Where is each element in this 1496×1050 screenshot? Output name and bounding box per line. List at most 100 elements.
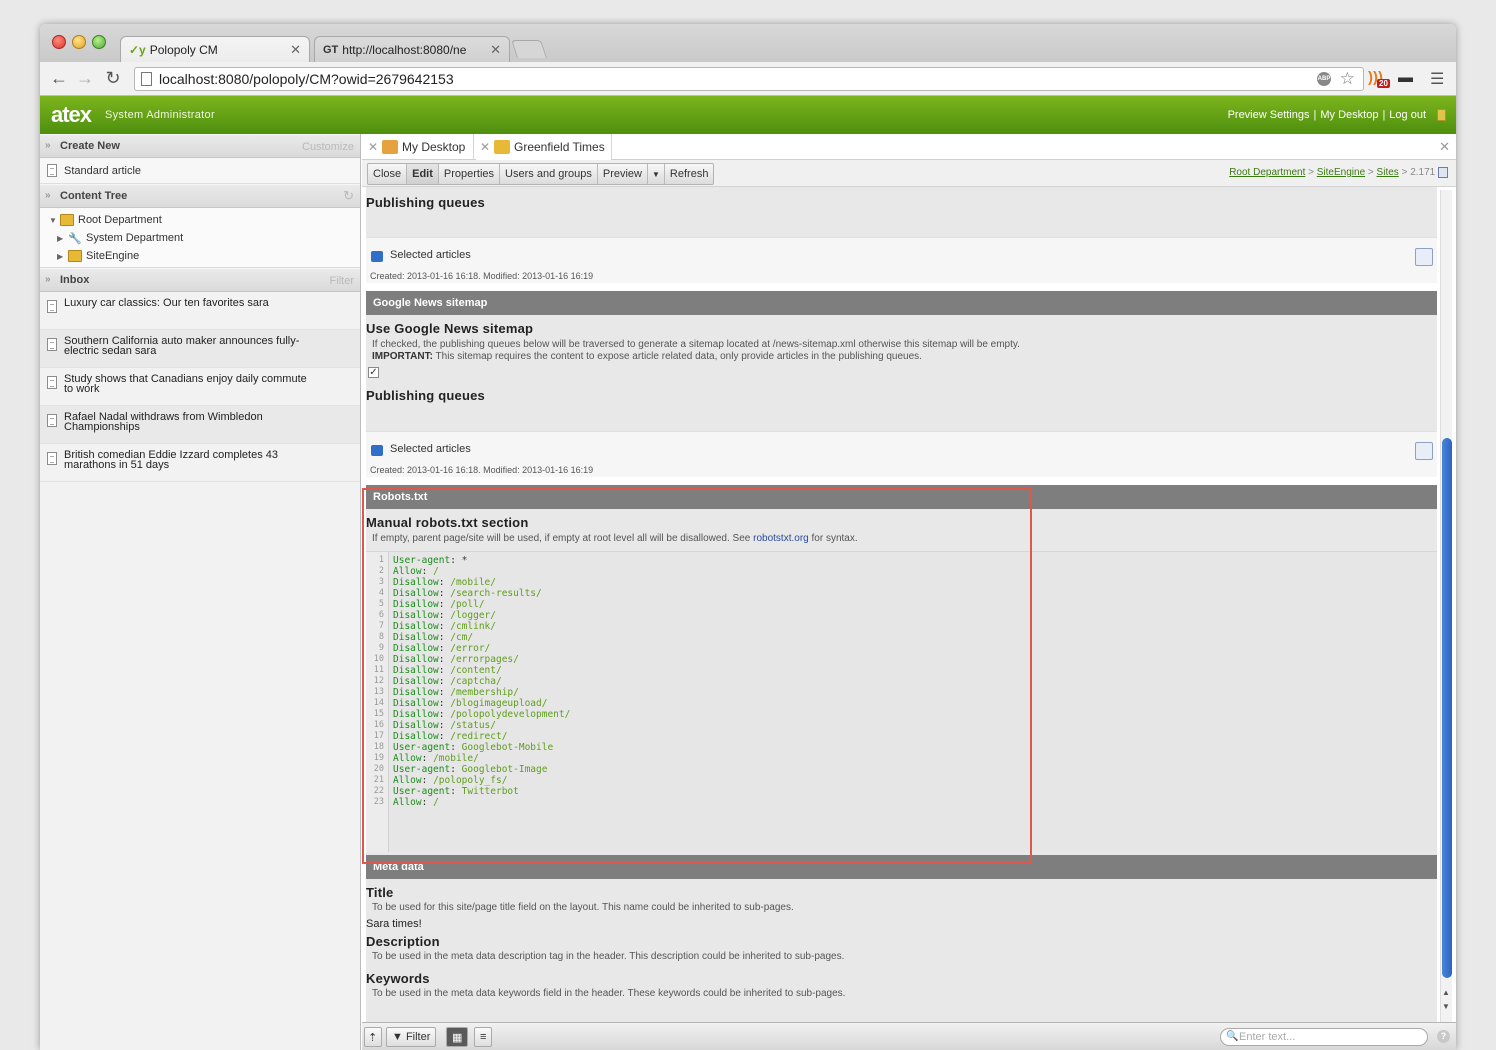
robots-code-editor[interactable]: 1 2 3 4 5 6 7 8 9 10 11 12 13 14 15 16 17 18 19 20 21 22 23 Us… xyxy=(366,551,1437,852)
clipboard-icon[interactable] xyxy=(1437,109,1446,121)
scroll-thumb[interactable] xyxy=(1442,438,1452,978)
line-number: 23 xyxy=(373,797,384,807)
browser-menu-icon[interactable]: ☰ xyxy=(1430,69,1444,89)
my-desktop-link[interactable]: My Desktop xyxy=(1320,109,1378,121)
breadcrumb-current: 2.171 xyxy=(1410,167,1436,179)
log-out-link[interactable]: Log out xyxy=(1389,109,1426,121)
inbox-filter-link[interactable]: Filter xyxy=(330,275,354,287)
users-and-groups-button[interactable]: Users and groups xyxy=(500,164,598,184)
close-tab-icon[interactable]: ✕ xyxy=(290,42,301,58)
close-tab-icon[interactable]: ✕ xyxy=(480,140,490,154)
code-key: Disallow xyxy=(393,610,439,621)
footer-search-input[interactable]: 🔍 Enter text... xyxy=(1220,1028,1428,1046)
code-value: /blogimageupload/ xyxy=(450,698,548,709)
inbox-item[interactable]: British comedian Eddie Izzard completes … xyxy=(40,444,360,482)
selected-articles-row-2[interactable]: Selected articles Created: 2013-01-16 16… xyxy=(366,431,1437,477)
google-news-checkbox[interactable]: ✓ xyxy=(368,367,379,378)
breadcrumb-sites[interactable]: Sites xyxy=(1377,167,1399,178)
edit-button[interactable]: Edit xyxy=(407,164,439,184)
code-value: /mobile/ xyxy=(433,753,479,764)
breadcrumb-root-department[interactable]: Root Department xyxy=(1229,167,1305,178)
close-button[interactable]: Close xyxy=(368,164,408,184)
zoom-window-button[interactable] xyxy=(92,35,106,49)
new-tab-button[interactable] xyxy=(511,40,547,58)
create-new-header[interactable]: » Create New Customize xyxy=(40,134,360,158)
code-line: Disallow: /membership/ xyxy=(393,687,519,698)
preview-dropdown-icon[interactable]: ▼ xyxy=(648,164,665,184)
browser-tab-polopoly[interactable]: ✓y Polopoly CM ✕ xyxy=(120,36,310,62)
filter-button[interactable]: ▼ Filter xyxy=(386,1027,437,1047)
code-line: Disallow: /status/ xyxy=(393,720,496,731)
line-number: 20 xyxy=(373,764,384,774)
list-view-icon[interactable]: ≡ xyxy=(474,1027,493,1047)
collapse-chevron-icon: » xyxy=(45,274,51,285)
code-lines: User-agent: * Allow: / Disallow: /mobile/D… xyxy=(393,555,570,808)
vertical-scrollbar[interactable]: ▲ ▼ xyxy=(1440,190,1452,1045)
expand-arrow-icon[interactable]: ▼ xyxy=(49,216,57,225)
back-icon[interactable]: ← xyxy=(48,68,70,89)
breadcrumb-siteengine[interactable]: SiteEngine xyxy=(1317,167,1365,178)
preview-settings-link[interactable]: Preview Settings xyxy=(1228,109,1310,121)
code-line: Disallow: /search-results/ xyxy=(393,588,542,599)
upload-icon[interactable]: ⇡ xyxy=(364,1027,382,1047)
inbox-item[interactable]: Rafael Nadal withdraws from Wimbledon Ch… xyxy=(40,406,360,444)
close-tab-icon[interactable]: ✕ xyxy=(490,42,501,58)
copy-id-icon[interactable] xyxy=(1438,167,1448,178)
wrench-icon: 🔧 xyxy=(68,232,82,245)
inbox-item[interactable]: Southern California auto maker announces… xyxy=(40,330,360,368)
robotstxt-link[interactable]: robotstxt.org xyxy=(753,533,809,544)
code-key: Disallow xyxy=(393,654,439,665)
code-value: Googlebot-Image xyxy=(461,764,548,775)
content-tree-header[interactable]: » Content Tree ↻ xyxy=(40,184,360,208)
reload-icon[interactable]: ↻ xyxy=(102,68,124,89)
help-icon[interactable]: ? xyxy=(1437,1030,1450,1043)
rss-icon[interactable]: ))) 20 xyxy=(1368,69,1390,88)
selected-articles-row[interactable]: Selected articles Created: 2013-01-16 16… xyxy=(366,237,1437,283)
bookmark-star-icon[interactable]: ☆ xyxy=(1340,69,1355,89)
meta-title-value[interactable]: Sara times! xyxy=(366,914,1437,930)
tree-node-siteengine[interactable]: ▶ SiteEngine xyxy=(40,247,360,265)
tab-label: Greenfield Times xyxy=(514,140,605,154)
adblock-icon[interactable]: ABP xyxy=(1317,72,1331,86)
refresh-tree-icon[interactable]: ↻ xyxy=(343,188,354,204)
line-number: 12 xyxy=(373,676,384,686)
tab-my-desktop[interactable]: ✕ My Desktop xyxy=(364,134,474,160)
minimize-window-button[interactable] xyxy=(72,35,86,49)
properties-button[interactable]: Properties xyxy=(439,164,501,184)
robots-title: Manual robots.txt section xyxy=(366,515,529,530)
grid-view-icon[interactable]: ▦ xyxy=(446,1027,469,1047)
code-key: Allow xyxy=(393,797,422,808)
browser-tab-localhost[interactable]: GT http://localhost:8080/ne ✕ xyxy=(314,36,510,62)
refresh-button[interactable]: Refresh xyxy=(665,164,714,184)
expand-arrow-icon[interactable]: ▶ xyxy=(57,252,63,261)
code-value: /redirect/ xyxy=(450,731,508,742)
incognito-mask-icon[interactable]: ▬ xyxy=(1398,69,1413,86)
copy-icon[interactable] xyxy=(1415,248,1433,266)
forward-icon[interactable]: → xyxy=(74,68,96,89)
selected-articles-meta: Created: 2013-01-16 16:18. Modified: 201… xyxy=(370,465,594,475)
create-standard-article[interactable]: Standard article xyxy=(40,158,360,184)
tree-node-root-department[interactable]: ▼ Root Department xyxy=(40,211,360,229)
scroll-down-icon[interactable]: ▼ xyxy=(1442,1002,1450,1011)
tab-greenfield-times[interactable]: ✕ Greenfield Times xyxy=(476,134,612,160)
google-news-section: Use Google News sitemap If checked, the … xyxy=(366,315,1437,431)
department-icon xyxy=(60,214,74,226)
inbox-item[interactable]: Luxury car classics: Our ten favorites s… xyxy=(40,292,360,330)
inbox-item[interactable]: Study shows that Canadians enjoy daily c… xyxy=(40,368,360,406)
close-tab-icon[interactable]: ✕ xyxy=(368,140,378,154)
preview-button[interactable]: Preview xyxy=(598,164,648,184)
search-placeholder: Enter text... xyxy=(1239,1031,1296,1043)
tree-node-system-department[interactable]: ▶ 🔧 System Department xyxy=(40,229,360,247)
code-key: Allow xyxy=(393,753,422,764)
address-bar[interactable]: localhost:8080/polopoly/CM?owid=26796421… xyxy=(134,67,1364,91)
code-key: User-agent xyxy=(393,555,451,566)
line-number: 5 xyxy=(378,599,384,609)
customize-link[interactable]: Customize xyxy=(302,141,354,153)
copy-icon[interactable] xyxy=(1415,442,1433,460)
home-icon xyxy=(382,140,398,154)
inbox-header[interactable]: » Inbox Filter xyxy=(40,268,360,292)
scroll-up-icon[interactable]: ▲ xyxy=(1442,988,1450,997)
expand-arrow-icon[interactable]: ▶ xyxy=(57,234,63,243)
close-panel-icon[interactable]: ✕ xyxy=(1439,139,1450,155)
close-window-button[interactable] xyxy=(52,35,66,49)
